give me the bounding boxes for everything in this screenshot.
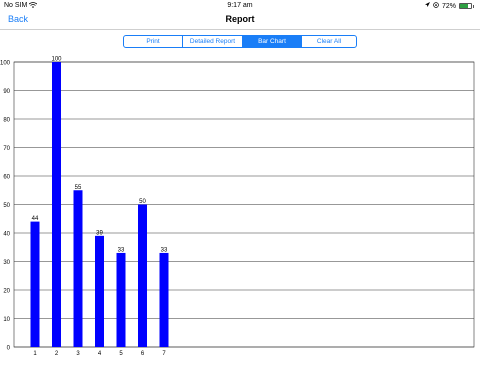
bar-chart-segment[interactable]: Bar Chart (243, 36, 302, 47)
location-icon (424, 2, 430, 10)
bar (52, 62, 61, 347)
y-tick-label: 80 (3, 118, 10, 124)
detailed-report-segment[interactable]: Detailed Report (183, 36, 243, 47)
status-bar: No SIM 9:17 am 72% (0, 0, 480, 12)
x-tick-label: 7 (162, 351, 166, 357)
data-label: 39 (96, 230, 103, 236)
print-segment[interactable]: Print (124, 36, 183, 47)
data-label: 33 (118, 247, 125, 253)
orientation-lock-icon (433, 2, 439, 10)
data-label: 33 (161, 247, 168, 253)
data-label: 55 (75, 185, 82, 191)
battery-level (460, 4, 468, 8)
data-label: 100 (51, 57, 62, 63)
y-tick-label: 20 (3, 289, 10, 295)
y-tick-label: 100 (0, 61, 11, 67)
y-tick-label: 10 (3, 317, 10, 323)
data-label: 50 (139, 199, 146, 205)
y-tick-label: 90 (3, 89, 10, 95)
battery-percent: 72% (441, 2, 456, 10)
x-tick-label: 5 (119, 351, 123, 357)
y-tick-label: 70 (3, 146, 10, 152)
page-title: Report (225, 14, 255, 24)
x-tick-label: 2 (55, 351, 59, 357)
y-tick-label: 50 (3, 203, 10, 209)
x-tick-label: 1 (33, 351, 37, 357)
status-right: 72% (424, 2, 474, 10)
y-tick-label: 60 (3, 175, 10, 181)
y-tick-label: 40 (3, 232, 10, 238)
x-tick-label: 3 (76, 351, 80, 357)
bar (138, 204, 147, 347)
data-label: 44 (32, 216, 39, 222)
bar-chart: 0 10 20 30 40 50 60 70 80 90 100 44 1 100 2 55 3 39 4 33 5 50… (0, 54, 480, 360)
battery-icon (459, 3, 472, 9)
report-segmented-control: Print Detailed Report Bar Chart Clear Al… (123, 35, 357, 48)
x-tick-label: 4 (98, 351, 102, 357)
y-tick-label: 0 (7, 346, 11, 352)
navigation-bar: Back Report (0, 12, 480, 30)
bar (159, 252, 169, 347)
bar (95, 235, 104, 347)
bar (73, 190, 83, 347)
x-tick-label: 6 (141, 351, 145, 357)
status-time: 9:17 am (227, 2, 253, 9)
y-tick-label: 30 (3, 260, 10, 266)
battery-tip (473, 4, 474, 8)
bar (116, 252, 126, 347)
bar (30, 221, 40, 347)
clear-all-segment[interactable]: Clear All (302, 36, 356, 47)
bar-chart-svg: 0 10 20 30 40 50 60 70 80 90 100 44 1 100 2 55 3 39 4 33 5 50… (0, 57, 475, 357)
